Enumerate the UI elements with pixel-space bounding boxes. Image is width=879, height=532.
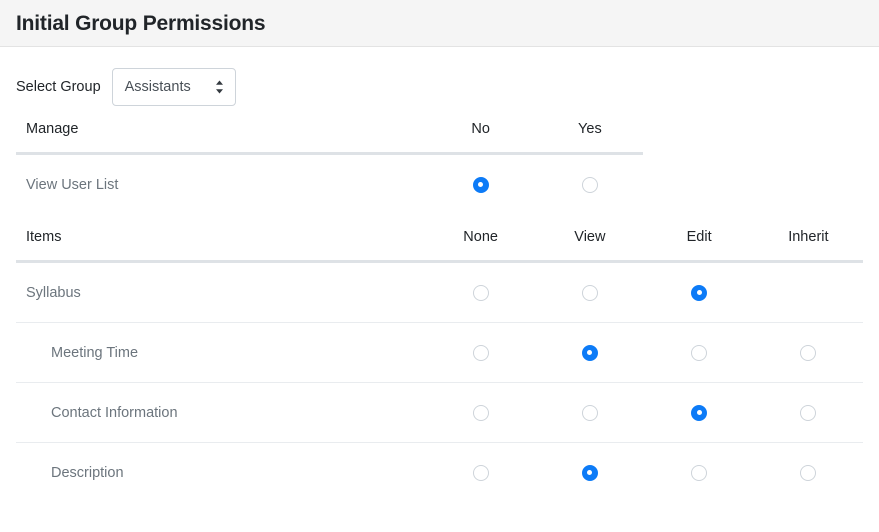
radio-edit[interactable] [691, 404, 708, 421]
radio-cell[interactable] [535, 442, 645, 502]
table-row: Contact Information [16, 382, 863, 443]
radio-none[interactable] [472, 464, 489, 481]
select-group-value: Assistants [124, 79, 191, 95]
permissions-tables: Manage No Yes View User List Items None View Ed… [0, 106, 879, 502]
radio-cell[interactable] [644, 382, 754, 443]
table-row: Description [16, 442, 863, 502]
select-group-dropdown[interactable]: Assistants [111, 68, 236, 106]
radio-cell-empty [754, 155, 863, 214]
column-header-edit: Edit [686, 229, 712, 245]
row-label: Syllabus [26, 284, 81, 301]
column-header-empty [645, 106, 754, 152]
section-header-manage: Manage No Yes [16, 106, 863, 152]
radio-none[interactable] [472, 284, 489, 301]
row-label: Contact Information [16, 382, 426, 443]
table-row: View User List [16, 155, 863, 214]
radio-cell[interactable] [426, 263, 535, 323]
radio-edit[interactable] [691, 464, 708, 481]
radio-edit[interactable] [691, 344, 708, 361]
select-group-label: Select Group [16, 79, 101, 95]
radio-view[interactable] [581, 464, 598, 481]
radio-no[interactable] [472, 176, 489, 193]
column-header-yes: Yes [578, 121, 602, 137]
radio-inherit[interactable] [800, 404, 817, 421]
radio-none[interactable] [472, 404, 489, 421]
page-title: Initial Group Permissions [16, 11, 266, 35]
radio-cell[interactable] [426, 382, 536, 443]
radio-cell[interactable] [535, 155, 644, 214]
radio-view[interactable] [581, 404, 598, 421]
radio-none[interactable] [472, 344, 489, 361]
section-title-manage: Manage [26, 121, 79, 137]
section-header-items: Items None View Edit Inherit [16, 214, 863, 260]
radio-cell[interactable] [753, 382, 863, 443]
column-header-view: View [574, 229, 606, 245]
column-header-none: None [463, 229, 498, 245]
column-header-inherit: Inherit [788, 229, 829, 245]
radio-cell[interactable] [426, 442, 536, 502]
radio-cell[interactable] [535, 322, 645, 383]
radio-inherit[interactable] [800, 344, 817, 361]
radio-cell[interactable] [426, 322, 536, 383]
radio-cell[interactable] [535, 263, 644, 323]
section-title-items: Items [26, 229, 62, 245]
table-row: Syllabus [16, 263, 863, 323]
radio-cell[interactable] [753, 322, 863, 383]
radio-inherit[interactable] [800, 464, 817, 481]
row-label: Description [16, 442, 426, 502]
updown-chevron-icon [215, 80, 224, 94]
radio-cell[interactable] [753, 442, 863, 502]
radio-cell-empty [754, 263, 863, 323]
radio-yes[interactable] [581, 176, 598, 193]
column-header-no: No [471, 121, 490, 137]
radio-edit[interactable] [691, 284, 708, 301]
radio-cell[interactable] [644, 322, 754, 383]
page-header: Initial Group Permissions [0, 0, 879, 47]
column-header-empty [754, 106, 863, 152]
row-label: Meeting Time [16, 322, 426, 383]
table-row: Meeting Time [16, 322, 863, 383]
radio-view[interactable] [581, 344, 598, 361]
radio-view[interactable] [581, 284, 598, 301]
row-label: View User List [26, 176, 119, 193]
radio-cell[interactable] [644, 442, 754, 502]
radio-cell-empty [645, 155, 754, 214]
permissions-table: Manage No Yes View User List Items None View Ed… [16, 106, 863, 502]
radio-cell[interactable] [426, 155, 535, 214]
select-group-row: Select Group Assistants [0, 47, 879, 106]
radio-cell[interactable] [535, 382, 645, 443]
radio-cell[interactable] [645, 263, 754, 323]
